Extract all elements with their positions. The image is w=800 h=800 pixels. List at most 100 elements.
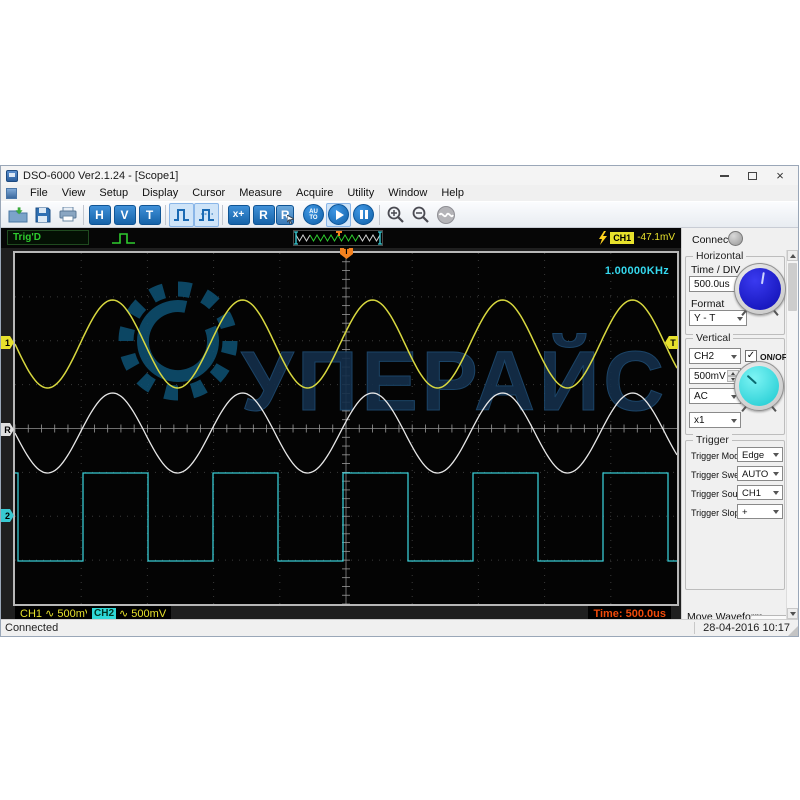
trigger-slope-value: + [742,507,748,518]
zoom-out-button[interactable] [408,203,433,227]
trigger-settings-button[interactable]: T [137,203,162,227]
t-icon: T [139,205,161,225]
datetime-status: 28-04-2016 10:17 [694,622,790,634]
datetime-text: 28-04-2016 10:17 [703,622,790,634]
reference-cursor-button[interactable]: R [276,203,301,227]
maximize-icon [748,172,757,180]
lightning-bolt-icon [598,231,607,245]
trigger-sweep-select[interactable]: AUTO [737,466,783,481]
chevron-down-icon [731,355,737,359]
horizontal-settings-button[interactable]: H [87,203,112,227]
minimize-button[interactable] [710,166,738,185]
panel-scrollbar[interactable] [786,250,798,619]
waveform-preview[interactable] [293,230,383,246]
waveform-canvas: УПЕРАЙС [15,253,677,604]
trigger-sweep-value: AUTO [742,469,768,480]
scroll-down-button[interactable] [787,608,798,619]
stop-button[interactable] [351,203,376,227]
menu-utility[interactable]: Utility [340,187,381,199]
open-file-button[interactable] [5,203,30,227]
ch2-label: CH2 [92,608,116,619]
menu-cursor[interactable]: Cursor [185,187,232,199]
menu-display[interactable]: Display [135,187,185,199]
volt-scale-spinner[interactable]: 500mV [689,368,741,384]
scroll-up-button[interactable] [787,250,798,261]
ch1-label: CH1 [20,608,42,620]
trigger-status-badge: Trig'D [7,230,89,245]
trigger-source-value: CH1 [742,488,761,499]
vertical-group-title: Vertical [693,332,733,344]
close-button[interactable]: × [766,166,794,185]
autoset-icon: AU TO [303,204,324,225]
content-area: Trig'D CH1 -47.1mV [1,228,798,619]
format-select[interactable]: Y - T [689,310,747,326]
print-button[interactable] [55,203,80,227]
preview-wave-icon [294,231,382,245]
autoset-button[interactable]: AU TO [301,203,326,227]
trigger-mode-value: Edge [742,450,764,461]
pulse-wave-icon [173,207,191,223]
save-button[interactable] [30,203,55,227]
watermark-text: УПЕРАЙС [241,334,668,428]
coupling-select[interactable]: AC [689,388,741,404]
menu-view[interactable]: View [55,187,93,199]
menu-acquire[interactable]: Acquire [289,187,340,199]
probe-value: x1 [694,415,705,426]
format-label: Format [691,298,724,310]
chevron-up-icon [790,254,796,258]
frequency-readout: 1.00000KHz [605,265,669,277]
trigger-slope-select[interactable]: + [737,504,783,519]
probe-select[interactable]: x1 [689,412,741,428]
vertical-position-knob[interactable] [734,361,784,411]
scope-column: Trig'D CH1 -47.1mV [1,228,681,619]
open-folder-icon [8,207,28,223]
document-icon[interactable] [6,188,17,199]
minimize-icon [720,175,729,177]
auto-text-bottom: TO [309,215,317,221]
xy-icon: x+ [228,205,250,225]
menu-file[interactable]: File [23,187,55,199]
zoom-in-button[interactable] [383,203,408,227]
pulse-display-button[interactable] [169,203,194,227]
trigger-mode-select[interactable]: Edge [737,447,783,462]
cursor-arrow-icon [287,215,294,224]
toolbar-separator [165,205,166,225]
resize-grip[interactable] [788,626,798,636]
menu-window[interactable]: Window [381,187,434,199]
chevron-down-icon [773,491,779,495]
trigger-group-title: Trigger [693,434,732,446]
menu-measure[interactable]: Measure [232,187,289,199]
format-value: Y - T [694,313,715,324]
knob-pointer-icon [747,375,757,385]
floppy-icon [35,207,51,223]
math-xy-button[interactable]: x+ [226,203,251,227]
window-controls: × [710,166,794,185]
menu-help[interactable]: Help [434,187,471,199]
zoom-in-icon [386,205,405,224]
run-button[interactable] [326,203,351,227]
menu-setup[interactable]: Setup [92,187,135,199]
status-divider [694,622,695,634]
trigger-source-select[interactable]: CH1 [737,485,783,500]
maximize-button[interactable] [738,166,766,185]
h-icon: H [89,205,111,225]
r-icon: R [253,205,275,225]
pulse-measure-button[interactable] [194,203,219,227]
channel-select[interactable]: CH2 [689,348,741,364]
vertical-settings-button[interactable]: V [112,203,137,227]
chevron-down-icon [731,419,737,423]
horizontal-position-knob[interactable] [734,263,786,315]
scrollbar-thumb[interactable] [788,263,797,311]
chevron-down-icon [773,453,779,457]
checkmark-icon: ✓ [747,350,755,361]
title-bar: DSO-6000 Ver2.1.24 - [Scope1] × [1,166,798,185]
close-icon: × [776,169,784,182]
knob-face [739,268,781,310]
connect-button[interactable] [728,231,743,246]
toolbar-separator [379,205,380,225]
chevron-down-icon [737,317,743,321]
app-window: DSO-6000 Ver2.1.24 - [Scope1] × File Vie… [0,165,799,637]
waveform-generator-button[interactable] [433,203,458,227]
reference-button[interactable]: R [251,203,276,227]
connection-status: Connected [5,622,58,634]
